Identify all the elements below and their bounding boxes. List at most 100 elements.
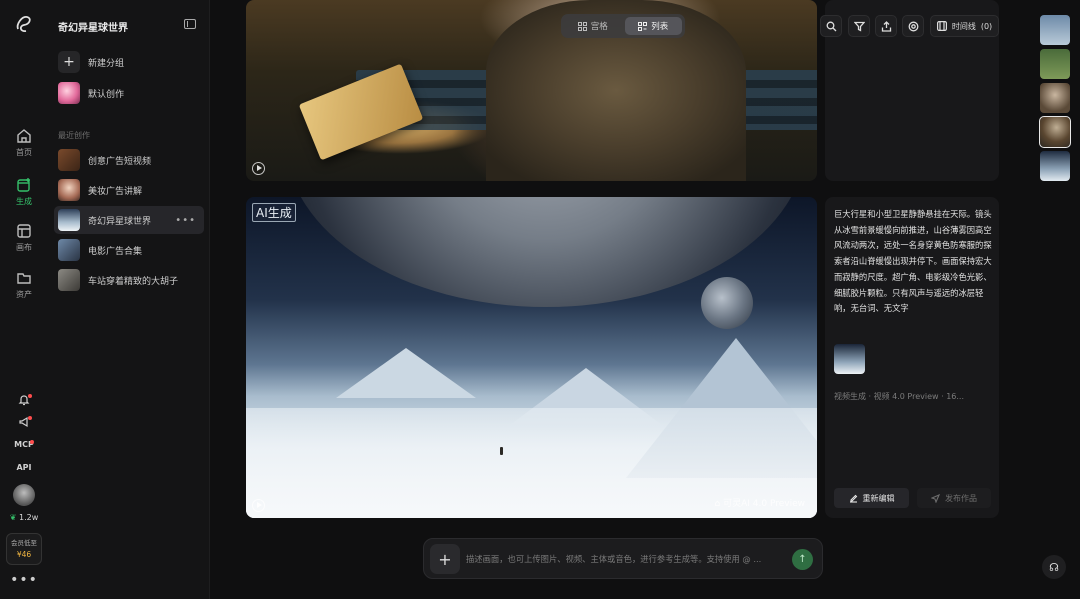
mcp-button[interactable]: MCP [0,440,48,449]
sidebar-title: 奇幻异星球世界 [58,23,128,34]
thumbnail-item[interactable] [1040,15,1070,45]
nav-canvas[interactable]: 画布 [0,223,48,253]
nav-generate-label: 生成 [16,197,32,206]
user-avatar[interactable] [13,484,35,506]
more-options-icon[interactable]: ••• [175,215,196,226]
notification-button[interactable] [0,394,48,406]
member-price: ¥46 [16,550,32,559]
api-label: API [16,463,32,472]
mcp-dot [30,440,34,444]
video-card-old-man[interactable] [246,0,817,181]
thumbnail-item[interactable] [1040,151,1070,181]
reference-thumbnail[interactable] [834,344,865,374]
video-card-alien-world[interactable]: AI生成 ⌂ 可灵AI 4.0 Preview [246,197,817,518]
folder-icon [17,273,31,284]
sidebar-item-thumbnail [58,269,80,291]
sidebar-item-label: 美妆广告讲解 [88,186,143,197]
publish-button[interactable]: 发布作品 [917,488,991,508]
explorer-figure [500,447,503,455]
card-info-panel-2: 巨大行星和小型卫星静静悬挂在天际。镜头从冰雪前景缓慢向前推进，山谷薄雾因高空风流… [825,197,999,518]
eye-icon [908,21,918,31]
share-icon [881,20,891,32]
reedit-label: 重新编辑 [862,493,895,503]
list-view-label: 列表 [651,22,669,32]
credits-value: 1.2w [18,513,39,522]
credits-balance[interactable]: ❦ 1.2w [0,513,48,522]
grid-view-label: 宫格 [590,22,608,32]
view-toggle: 宫格 列表 [561,14,685,38]
play-icon[interactable] [252,499,265,512]
nav-assets-label: 资产 [16,290,32,299]
preview-button[interactable] [902,15,924,37]
grid-view-tab[interactable]: 宫格 [564,17,622,35]
headset-help-icon[interactable]: ☊ [1042,555,1066,579]
thumbnail-strip: ☊ [1030,0,1080,599]
announcement-dot [28,416,32,420]
sidebar-item-label: 车站穿着精致的大胡子 [88,276,179,287]
generate-icon [17,178,30,192]
share-button[interactable] [875,15,897,37]
sidebar-item-beauty-ad[interactable]: 美妆广告讲解 [54,176,204,204]
sidebar-item-label: 创意广告短视频 [88,156,152,167]
send-icon [931,493,940,503]
home-icon [17,129,31,143]
reedit-button[interactable]: 重新编辑 [834,488,909,508]
leaf-icon: ❦ [9,513,17,522]
sidebar-item-thumbnail [58,209,80,231]
recent-section-label: 最近创作 [58,131,90,140]
more-icon[interactable]: ••• [0,572,48,588]
sidebar-item-alien-world[interactable]: 奇幻异星球世界 ••• [54,206,204,234]
prompt-input[interactable]: 描述画面，也可上传图片、视频、主体或音色，进行参考生成等。支持使用 @ ... [466,553,786,565]
nav-assets[interactable]: 资产 [0,270,48,300]
nav-canvas-label: 画布 [16,243,32,252]
search-icon [826,21,836,31]
sidebar-item-label: 电影广告合集 [88,246,143,257]
default-creation-label: 默认创作 [88,89,125,100]
sidebar-item-creative-ad[interactable]: 创意广告短视频 [54,146,204,174]
timeline-count: (0) [980,21,993,31]
nav-rail: 首页 生成 画布 资产 MCP API ❦ 1.2w 会员低至 ¥46 ••• [0,0,48,599]
add-attachment-button[interactable]: + [430,544,460,574]
new-group-label: 新建分组 [88,58,125,69]
grid-icon [577,21,587,31]
new-group-button[interactable]: + 新建分组 [54,48,204,76]
publish-label: 发布作品 [945,493,977,503]
sidebar-item-bearded-man[interactable]: 车站穿着精致的大胡子 [54,266,204,294]
thumbnail-item[interactable] [1039,116,1071,148]
notification-dot [28,394,32,398]
edit-icon [849,494,857,503]
default-creation-thumbnail [58,82,80,104]
ai-generated-tag: AI生成 [252,203,296,222]
list-view-tab[interactable]: 列表 [624,17,682,35]
moon-shape [701,277,753,329]
canvas-icon [17,224,31,238]
sidebar-item-thumbnail [58,149,80,171]
filter-button[interactable] [848,15,870,37]
default-creation-item[interactable]: 默认创作 [54,79,204,107]
sidebar-item-movie-ads[interactable]: 电影广告合集 [54,236,204,264]
announcement-button[interactable] [0,416,48,428]
nav-home[interactable]: 首页 [0,128,48,158]
play-icon[interactable] [252,162,265,175]
plus-icon: + [58,51,80,73]
member-label: 会员低至 [11,539,37,547]
sidebar-item-thumbnail [58,239,80,261]
thumbnail-item[interactable] [1040,49,1070,79]
collapse-sidebar-icon[interactable] [184,19,196,29]
thumbnail-item[interactable] [1040,83,1070,113]
filter-icon [853,21,865,32]
timeline-icon [936,21,947,31]
main-content: 宫格 列表 时间线 (0) AI生成 ⌂ 可灵AI 4.0 Preview 巨大… [210,0,1030,599]
watermark-label: ⌂ 可灵AI 4.0 Preview [714,499,805,509]
nav-home-label: 首页 [16,148,32,157]
search-button[interactable] [820,15,842,37]
list-icon [638,21,648,31]
send-button[interactable]: ↑ [792,549,813,570]
timeline-button[interactable]: 时间线 (0) [930,15,999,37]
app-logo[interactable] [14,14,34,34]
mountain-shape [336,348,476,398]
member-promo-button[interactable]: 会员低至 ¥46 [6,533,42,565]
nav-generate[interactable]: 生成 [0,177,48,207]
sidebar-item-label: 奇幻异星球世界 [88,216,152,227]
api-button[interactable]: API [0,463,48,472]
